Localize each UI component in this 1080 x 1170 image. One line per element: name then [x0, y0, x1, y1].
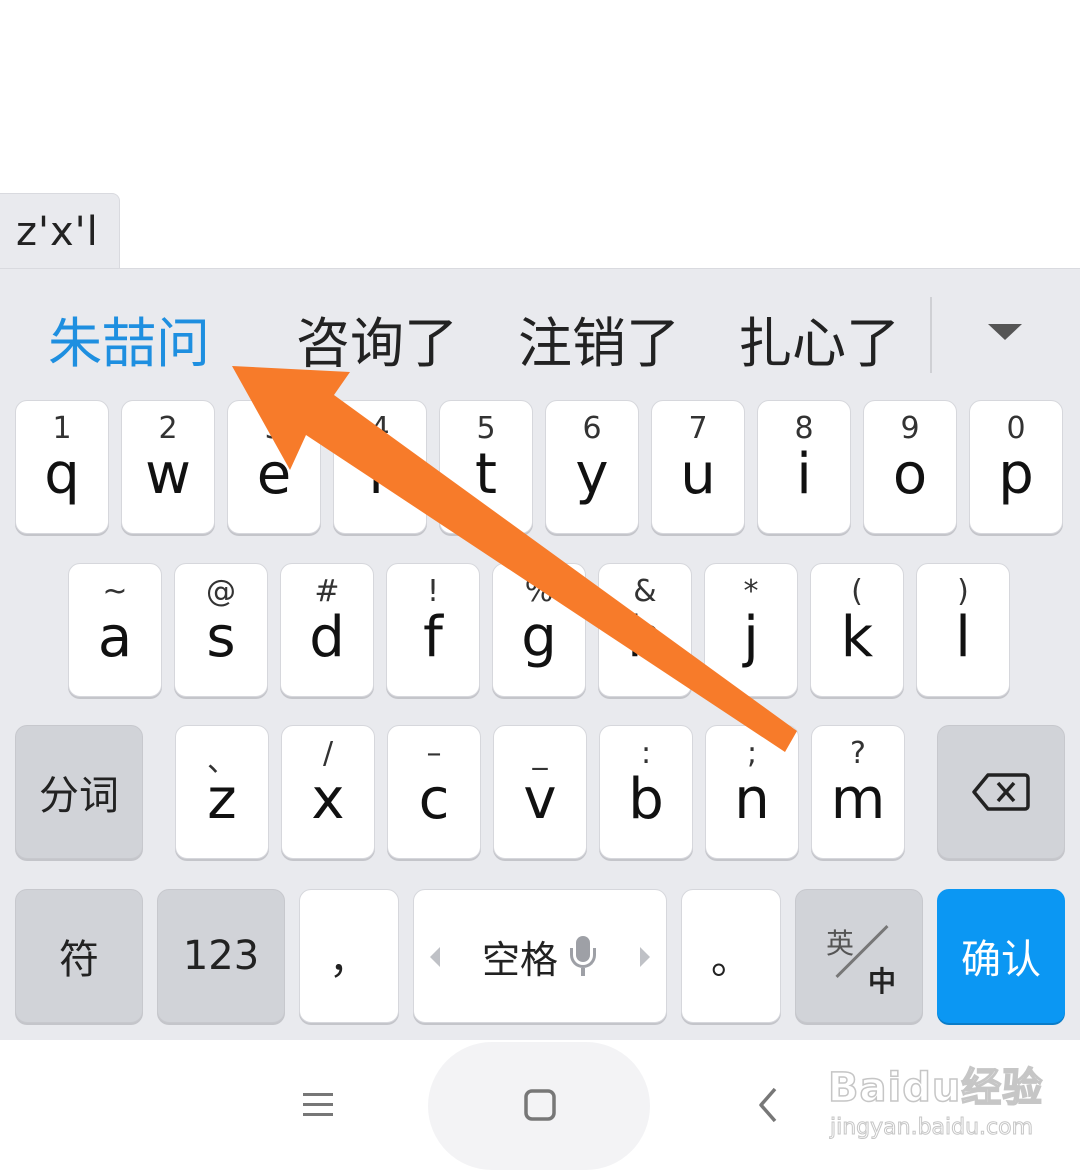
- key-primary-char: b: [628, 767, 664, 832]
- comma-key-label: ，: [329, 937, 369, 983]
- key-b[interactable]: :b: [599, 725, 693, 859]
- key-primary-char: z: [207, 767, 237, 832]
- key-h[interactable]: & h: [598, 563, 692, 697]
- mic-icon: [568, 936, 598, 976]
- confirm-key-label: 确认: [961, 937, 1041, 983]
- watermark-brand: Baidu经验: [827, 1064, 1044, 1112]
- candidate-1[interactable]: 朱喆问: [48, 299, 210, 378]
- candidate-divider: [930, 297, 932, 373]
- candidate-2[interactable]: 咨询了: [296, 299, 458, 378]
- composing-text: z'x'l: [0, 193, 120, 269]
- key-o[interactable]: 9o: [863, 400, 957, 534]
- space-label: 空格: [481, 937, 558, 982]
- key-w[interactable]: 2w: [121, 400, 215, 534]
- key-primary-char: y: [575, 442, 609, 507]
- key-primary-char: k: [840, 605, 874, 670]
- key-primary-char: f: [423, 605, 443, 670]
- key-n[interactable]: ; n: [705, 725, 799, 859]
- numeric-key[interactable]: 123: [157, 889, 285, 1023]
- watermark: Baidu经验 jingyan.baidu.com: [827, 1055, 1068, 1155]
- space-key[interactable]: 空格: [413, 889, 667, 1023]
- language-switch-key[interactable]: 英中: [795, 889, 923, 1023]
- period-key-label: 。: [711, 937, 751, 983]
- lang-chinese-label: 中: [868, 965, 897, 998]
- home-icon[interactable]: [518, 1083, 562, 1127]
- key-primary-char: n: [734, 767, 770, 832]
- menu-icon[interactable]: [296, 1085, 340, 1125]
- key-m[interactable]: ? m: [811, 725, 905, 859]
- backspace-key[interactable]: [937, 725, 1065, 859]
- key-y[interactable]: 6y: [545, 400, 639, 534]
- key-l[interactable]: ) l: [916, 563, 1010, 697]
- key-f[interactable]: ! f: [386, 563, 480, 697]
- key-c[interactable]: – c: [387, 725, 481, 859]
- key-primary-char: e: [256, 442, 292, 507]
- composing-pinyin: z'x'l: [16, 208, 99, 255]
- key-primary-char: o: [892, 442, 928, 507]
- candidate-bar: 朱喆问 咨询了 注销了 扎心了: [0, 269, 1080, 394]
- keyboard: 朱喆问 咨询了 注销了 扎心了 1 q 2 w 3 e 4 r 5 t 6 y 7 u 8 i 9 o 0 p ~ a @ s…: [0, 268, 1080, 1040]
- key-k[interactable]: (k: [810, 563, 904, 697]
- key-primary-char: t: [475, 442, 497, 507]
- key-x[interactable]: / x: [281, 725, 375, 859]
- key-primary-char: g: [521, 605, 557, 670]
- key-q[interactable]: 1q: [15, 400, 109, 534]
- key-z[interactable]: 、 z: [175, 725, 269, 859]
- key-a[interactable]: ~ a: [68, 563, 162, 697]
- key-primary-char: a: [97, 605, 133, 670]
- backspace-icon: [938, 726, 1064, 858]
- key-primary-char: w: [145, 442, 191, 507]
- lang-english-label: 英: [826, 927, 855, 960]
- watermark-url: jingyan.baidu.com: [829, 1115, 1034, 1141]
- key-i[interactable]: 8i: [757, 400, 851, 534]
- key-primary-char: x: [311, 767, 345, 832]
- chevron-down-icon[interactable]: [970, 307, 1040, 357]
- key-d[interactable]: # d: [280, 563, 374, 697]
- key-primary-char: j: [743, 605, 759, 670]
- symbol-key[interactable]: 符: [15, 889, 143, 1023]
- key-primary-char: s: [206, 605, 236, 670]
- segment-key[interactable]: 分词: [15, 725, 143, 859]
- segment-key-label: 分词: [39, 773, 119, 819]
- key-primary-char: l: [955, 605, 971, 670]
- key-g[interactable]: % g: [492, 563, 586, 697]
- key-p[interactable]: 0p: [969, 400, 1063, 534]
- key-primary-char: v: [523, 767, 557, 832]
- key-primary-char: c: [418, 767, 450, 832]
- key-primary-char: i: [796, 442, 812, 507]
- confirm-key[interactable]: 确认: [937, 889, 1065, 1023]
- key-primary-char: p: [998, 442, 1034, 507]
- key-primary-char: m: [830, 767, 886, 832]
- key-primary-char: u: [680, 442, 716, 507]
- key-e[interactable]: 3e: [227, 400, 321, 534]
- key-primary-char: h: [627, 605, 663, 670]
- key-r[interactable]: 4r: [333, 400, 427, 534]
- key-u[interactable]: 7u: [651, 400, 745, 534]
- candidate-3[interactable]: 注销了: [518, 299, 680, 378]
- comma-key[interactable]: ，: [299, 889, 399, 1023]
- symbol-key-label: 符: [59, 937, 99, 983]
- key-primary-char: r: [368, 442, 392, 507]
- key-s[interactable]: @ s: [174, 563, 268, 697]
- space-content: 空格: [414, 890, 666, 1022]
- candidate-4[interactable]: 扎心了: [738, 299, 900, 378]
- back-icon[interactable]: [748, 1083, 788, 1127]
- key-primary-char: q: [44, 442, 80, 507]
- key-j[interactable]: * j: [704, 563, 798, 697]
- numeric-key-label: 123: [182, 933, 260, 979]
- period-key[interactable]: 。: [681, 889, 781, 1023]
- key-primary-char: d: [309, 605, 345, 670]
- key-v[interactable]: _ v: [493, 725, 587, 859]
- app-content-area: [0, 0, 1080, 193]
- key-t[interactable]: 5t: [439, 400, 533, 534]
